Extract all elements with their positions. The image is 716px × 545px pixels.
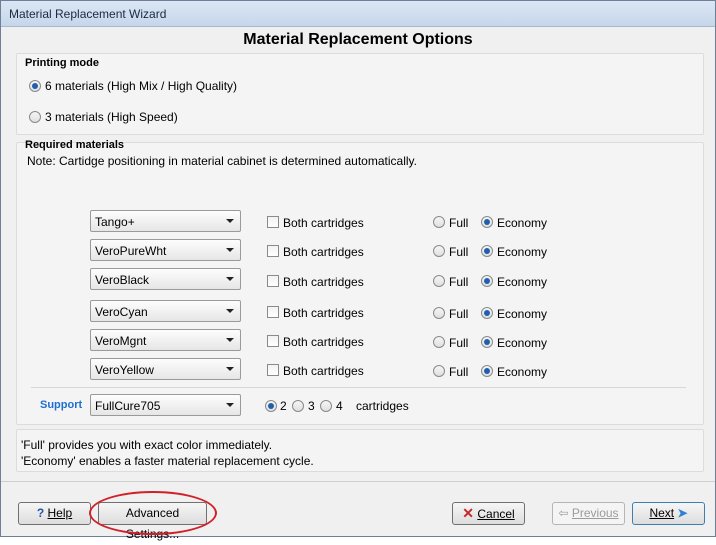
- page-title: Material Replacement Options: [243, 31, 473, 48]
- both-cartridges-checkbox-1[interactable]: [267, 216, 279, 228]
- full-label-1[interactable]: Full: [449, 216, 468, 230]
- footer-divider: [1, 481, 715, 482]
- economy-label-6[interactable]: Economy: [497, 365, 547, 379]
- material-select-4-value: VeroCyan: [95, 305, 148, 319]
- both-cartridges-checkbox-4[interactable]: [267, 306, 279, 318]
- both-cartridges-label-2[interactable]: Both cartridges: [283, 245, 364, 259]
- wizard-window: Material Replacement Wizard Material Rep…: [0, 0, 716, 541]
- support-cartridges-label: cartridges: [356, 399, 409, 413]
- economy-radio-4[interactable]: [481, 307, 493, 319]
- support-count-radio-3[interactable]: [292, 400, 304, 412]
- both-cartridges-checkbox-2[interactable]: [267, 245, 279, 257]
- chevron-down-icon: [226, 338, 234, 342]
- previous-button[interactable]: ⇦ Previous: [552, 502, 625, 525]
- info-line-economy: 'Economy' enables a faster material repl…: [21, 454, 314, 468]
- economy-radio-6[interactable]: [481, 365, 493, 377]
- material-select-6-value: VeroYellow: [95, 363, 154, 377]
- chevron-down-icon: [226, 277, 234, 281]
- title-bar: Material Replacement Wizard: [1, 1, 715, 27]
- economy-label-2[interactable]: Economy: [497, 245, 547, 259]
- support-count-radio-4[interactable]: [320, 400, 332, 412]
- full-radio-3[interactable]: [433, 275, 445, 287]
- full-label-6[interactable]: Full: [449, 365, 468, 379]
- support-material-value: FullCure705: [95, 399, 161, 413]
- support-label: Support: [40, 399, 83, 411]
- economy-radio-1[interactable]: [481, 216, 493, 228]
- full-radio-2[interactable]: [433, 245, 445, 257]
- both-cartridges-label-1[interactable]: Both cartridges: [283, 216, 364, 230]
- support-divider: [31, 387, 686, 388]
- cancel-button[interactable]: ✕ Cancel: [452, 502, 525, 525]
- chevron-down-icon: [226, 403, 234, 407]
- annotation-highlight-circle: [89, 491, 217, 535]
- window-title: Material Replacement Wizard: [9, 7, 167, 21]
- economy-label-4[interactable]: Economy: [497, 307, 547, 321]
- printing-mode-title: Printing mode: [25, 57, 99, 69]
- economy-label-3[interactable]: Economy: [497, 275, 547, 289]
- both-cartridges-checkbox-6[interactable]: [267, 364, 279, 376]
- material-select-4[interactable]: VeroCyan: [90, 300, 241, 322]
- full-label-5[interactable]: Full: [449, 336, 468, 350]
- economy-label-1[interactable]: Economy: [497, 216, 547, 230]
- chevron-down-icon: [226, 367, 234, 371]
- help-button-label: Help: [47, 506, 73, 520]
- forward-arrow-icon: ➤: [677, 506, 688, 520]
- material-select-5-value: VeroMgnt: [95, 334, 147, 348]
- economy-radio-3[interactable]: [481, 275, 493, 287]
- next-button[interactable]: Next ➤: [632, 502, 705, 525]
- material-select-3[interactable]: VeroBlack: [90, 268, 241, 290]
- help-icon: ?: [36, 506, 45, 520]
- full-radio-1[interactable]: [433, 216, 445, 228]
- both-cartridges-checkbox-5[interactable]: [267, 335, 279, 347]
- chevron-down-icon: [226, 219, 234, 223]
- help-button[interactable]: ? Help: [18, 502, 91, 525]
- chevron-down-icon: [226, 309, 234, 313]
- chevron-down-icon: [226, 248, 234, 252]
- full-radio-4[interactable]: [433, 307, 445, 319]
- required-materials-title: Required materials: [25, 139, 125, 151]
- required-materials-note: Note: Cartidge positioning in material c…: [27, 154, 417, 168]
- both-cartridges-checkbox-3[interactable]: [267, 275, 279, 287]
- full-radio-5[interactable]: [433, 336, 445, 348]
- radio-3-materials-label[interactable]: 3 materials (High Speed): [45, 110, 178, 124]
- economy-label-5[interactable]: Economy: [497, 336, 547, 350]
- material-select-1-value: Tango+: [95, 215, 135, 229]
- next-button-label: Next: [649, 506, 675, 520]
- material-select-5[interactable]: VeroMgnt: [90, 329, 241, 351]
- cancel-button-label: Cancel: [477, 507, 515, 521]
- support-count-label-2[interactable]: 2: [280, 399, 287, 413]
- both-cartridges-label-6[interactable]: Both cartridges: [283, 364, 364, 378]
- economy-radio-5[interactable]: [481, 336, 493, 348]
- support-material-select[interactable]: FullCure705: [90, 394, 241, 416]
- radio-3-materials[interactable]: [29, 111, 41, 123]
- full-label-3[interactable]: Full: [449, 275, 468, 289]
- material-select-2-value: VeroPureWht: [95, 244, 167, 258]
- material-select-2[interactable]: VeroPureWht: [90, 239, 241, 261]
- support-count-radio-2[interactable]: [265, 400, 277, 412]
- support-count-label-4[interactable]: 4: [336, 399, 343, 413]
- support-count-label-3[interactable]: 3: [308, 399, 315, 413]
- radio-6-materials[interactable]: [29, 80, 41, 92]
- info-line-full: 'Full' provides you with exact color imm…: [21, 438, 273, 452]
- material-select-6[interactable]: VeroYellow: [90, 358, 241, 380]
- radio-6-materials-label[interactable]: 6 materials (High Mix / High Quality): [45, 79, 237, 93]
- back-arrow-icon: ⇦: [558, 506, 569, 520]
- both-cartridges-label-3[interactable]: Both cartridges: [283, 275, 364, 289]
- material-select-1[interactable]: Tango+: [90, 210, 241, 232]
- both-cartridges-label-4[interactable]: Both cartridges: [283, 306, 364, 320]
- close-icon: ✕: [462, 505, 475, 521]
- full-label-4[interactable]: Full: [449, 307, 468, 321]
- material-select-3-value: VeroBlack: [95, 273, 150, 287]
- economy-radio-2[interactable]: [481, 245, 493, 257]
- full-label-2[interactable]: Full: [449, 245, 468, 259]
- full-radio-6[interactable]: [433, 365, 445, 377]
- both-cartridges-label-5[interactable]: Both cartridges: [283, 335, 364, 349]
- previous-button-label: Previous: [571, 506, 619, 520]
